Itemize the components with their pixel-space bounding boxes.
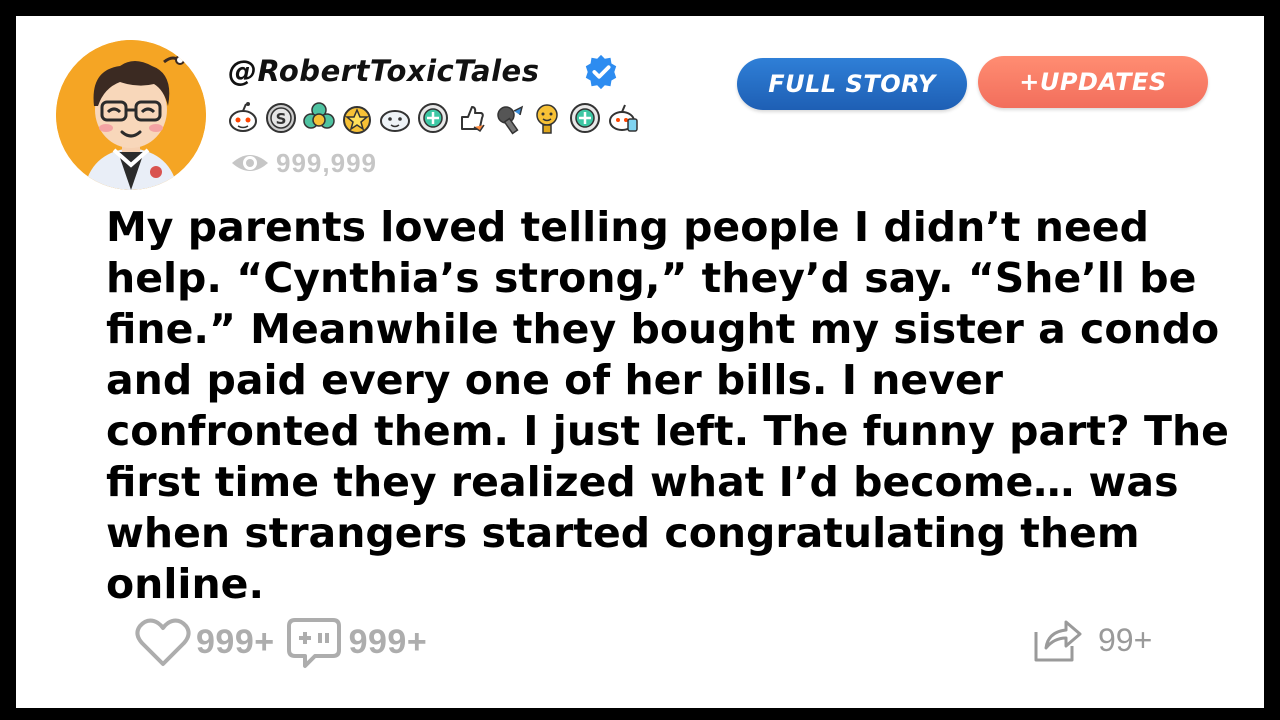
share-stat: 99+	[1032, 614, 1152, 666]
star-medal-icon	[343, 106, 371, 134]
comment-count: 999+	[348, 622, 428, 661]
story-text: My parents loved telling people I didn’t…	[106, 203, 1229, 608]
helpful-badge-icon	[570, 103, 600, 133]
verified-badge-icon	[585, 54, 617, 90]
cartoon-avatar-icon	[56, 40, 206, 190]
wrench-icon	[497, 105, 524, 135]
reddit-alien-icon	[229, 102, 257, 132]
helpful-badge-icon	[418, 103, 448, 133]
share-count: 99+	[1098, 621, 1153, 658]
avatar[interactable]	[56, 40, 206, 190]
thumbs-up-icon	[461, 106, 485, 133]
like-count: 999+	[196, 622, 275, 661]
sun-trophy-icon	[536, 104, 558, 134]
svg-text:S: S	[276, 110, 287, 128]
view-count: 999,999	[230, 148, 377, 178]
full-story-button[interactable]: FULL STORY	[737, 58, 967, 110]
reddit-gold-icon	[609, 104, 638, 132]
view-count-text: 999,999	[276, 147, 377, 178]
share-icon[interactable]	[1032, 616, 1084, 664]
username[interactable]: @RobertToxicTales	[228, 54, 540, 88]
updates-button[interactable]: +UPDATES	[978, 56, 1208, 108]
post-card: @RobertToxicTales S 999,999 FULL STORY +…	[16, 16, 1264, 708]
silver-coin-icon: S	[266, 103, 296, 133]
eye-icon	[232, 155, 268, 171]
award-badges: S	[226, 100, 726, 136]
gold-flower-icon	[303, 102, 335, 129]
heart-icon[interactable]	[134, 616, 192, 668]
comment-icon[interactable]	[285, 614, 345, 670]
engagement-stats: 999+ 999+	[134, 612, 427, 672]
seal-icon	[380, 110, 410, 132]
